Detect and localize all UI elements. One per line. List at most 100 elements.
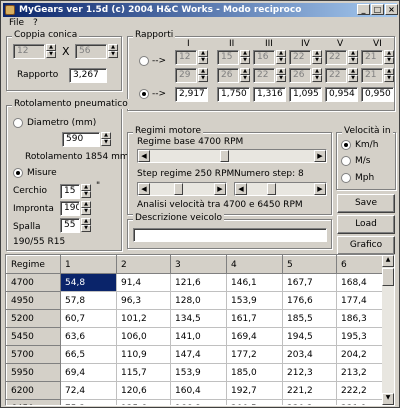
row-header-cell[interactable]: 5200 (6, 309, 61, 328)
slider-right-arrow-icon[interactable]: ▶ (314, 183, 326, 195)
cerchio-input[interactable]: 15 (60, 184, 80, 199)
gear-6-bottom-input[interactable]: 21 (361, 68, 383, 83)
column-header[interactable]: 5 (282, 255, 337, 274)
misure-radio[interactable] (13, 168, 23, 178)
gear-2-top-input[interactable]: 15 (217, 50, 239, 65)
row-header-cell[interactable]: 6450 (6, 399, 61, 405)
gear-6-top-input[interactable]: 21 (361, 50, 383, 65)
slider-left-arrow-icon[interactable]: ◀ (138, 150, 150, 162)
row-header-cell[interactable]: 6200 (6, 381, 61, 400)
gear-6-top-spinner[interactable]: ▲ ▼ (384, 50, 394, 65)
table-cell[interactable]: 203,4 (282, 345, 337, 364)
slider-right-arrow-icon[interactable]: ▶ (214, 183, 226, 195)
table-cell[interactable]: 141,0 (170, 327, 227, 346)
table-cell[interactable]: 160,4 (170, 381, 227, 400)
table-cell[interactable]: 69,4 (60, 363, 117, 382)
ms-radio[interactable] (341, 156, 351, 166)
gear-1-top-spinner[interactable]: ▲ ▼ (198, 50, 208, 65)
gear-5-top-spinner[interactable]: ▲ ▼ (348, 50, 358, 65)
gear-3-top-spinner[interactable]: ▲ ▼ (276, 50, 286, 65)
column-header[interactable]: 3 (170, 255, 227, 274)
table-cell[interactable]: 168,4 (336, 273, 387, 292)
column-header[interactable]: 6 (336, 255, 387, 274)
coppia-b-spinner[interactable]: ▲ ▼ (108, 44, 118, 59)
row-header-cell[interactable]: 4700 (6, 273, 61, 292)
table-cell[interactable]: 146,1 (226, 273, 283, 292)
table-cell[interactable]: 222,2 (336, 381, 387, 400)
table-cell[interactable]: 72,4 (60, 381, 117, 400)
mph-radio[interactable] (341, 173, 351, 183)
table-cell[interactable]: 185,5 (282, 309, 337, 328)
rapporto-field[interactable]: 3,267 (69, 68, 107, 83)
maximize-button[interactable]: □ (371, 4, 384, 15)
coppia-b-input[interactable]: 56 (75, 44, 107, 59)
coppia-a-input[interactable]: 12 (13, 44, 45, 59)
gear-4-bottom-input[interactable]: 26 (289, 68, 311, 83)
table-cell[interactable]: 204,2 (336, 345, 387, 364)
slider-thumb[interactable] (173, 183, 183, 195)
gear-3-bottom-input[interactable]: 22 (253, 68, 275, 83)
gear-2-top-spinner[interactable]: ▲ ▼ (240, 50, 250, 65)
table-cell[interactable]: 195,3 (336, 327, 387, 346)
table-cell[interactable]: 60,7 (60, 309, 117, 328)
gear-4-bottom-spinner[interactable]: ▲ ▼ (312, 68, 322, 83)
table-cell[interactable]: 166,8 (170, 399, 227, 405)
gear-5-top-input[interactable]: 22 (325, 50, 347, 65)
table-cell[interactable]: 169,4 (226, 327, 283, 346)
table-cell[interactable]: 63,6 (60, 327, 117, 346)
gear-3-top-input[interactable]: 16 (253, 50, 275, 65)
gear-5-bottom-spinner[interactable]: ▲ ▼ (348, 68, 358, 83)
spalla-spinner[interactable]: ▲ ▼ (81, 218, 91, 233)
table-cell[interactable]: 57,8 (60, 291, 117, 310)
table-cell[interactable]: 121,6 (170, 273, 227, 292)
save-button[interactable]: Save (337, 194, 395, 213)
table-cell[interactable]: 192,7 (226, 381, 283, 400)
gear-1-ratio-field[interactable]: 2,917 (175, 87, 208, 102)
slider-thumb[interactable] (219, 150, 229, 162)
column-header[interactable]: 4 (226, 255, 283, 274)
gear-5-ratio-field[interactable]: 0,954 (325, 87, 358, 102)
table-cell[interactable]: 213,2 (336, 363, 387, 382)
scroll-up-arrow-icon[interactable]: ▲ (382, 255, 394, 267)
menu-help[interactable]: ? (33, 18, 38, 28)
gear-1-top-input[interactable]: 12 (175, 50, 197, 65)
table-cell[interactable]: 147,4 (170, 345, 227, 364)
vertical-scrollbar[interactable]: ▲ ▼ (382, 255, 394, 405)
rapporti-mode-radio-1[interactable] (139, 56, 149, 66)
diametro-radio[interactable] (13, 118, 23, 128)
gear-1-bottom-spinner[interactable]: ▲ ▼ (198, 68, 208, 83)
impronta-spinner[interactable]: ▲ ▼ (81, 201, 91, 216)
table-cell[interactable]: 177,4 (336, 291, 387, 310)
gear-6-ratio-field[interactable]: 0,950 (361, 87, 394, 102)
diametro-spinner[interactable]: ▲ ▼ (101, 132, 111, 147)
load-button[interactable]: Load (337, 215, 395, 234)
gear-2-bottom-input[interactable]: 26 (217, 68, 239, 83)
table-cell[interactable]: 176,6 (282, 291, 337, 310)
column-header[interactable]: 2 (116, 255, 171, 274)
regime-base-slider[interactable]: ◀ ▶ (137, 149, 327, 163)
numero-step-slider[interactable]: ◀ ▶ (234, 182, 327, 196)
table-cell[interactable]: 128,0 (170, 291, 227, 310)
table-cell[interactable]: 134,5 (170, 309, 227, 328)
table-cell[interactable]: 125,6 (116, 399, 171, 405)
table-cell[interactable]: 110,9 (116, 345, 171, 364)
table-cell[interactable]: 153,9 (170, 363, 227, 382)
scroll-thumb[interactable] (382, 268, 394, 286)
coppia-a-spinner[interactable]: ▲ ▼ (46, 44, 56, 59)
table-cell[interactable]: 75,3 (60, 399, 117, 405)
column-header[interactable]: Regime (6, 255, 61, 274)
cerchio-spinner[interactable]: ▲ ▼ (81, 184, 91, 199)
gear-3-bottom-spinner[interactable]: ▲ ▼ (276, 68, 286, 83)
kmh-radio[interactable] (341, 140, 351, 150)
row-header-cell[interactable]: 5450 (6, 327, 61, 346)
descrizione-input[interactable] (133, 228, 327, 242)
slider-thumb[interactable] (267, 183, 277, 195)
slider-right-arrow-icon[interactable]: ▶ (314, 150, 326, 162)
step-regime-slider[interactable]: ◀ ▶ (137, 182, 227, 196)
row-header-cell[interactable]: 4950 (6, 291, 61, 310)
table-cell[interactable]: 212,3 (282, 363, 337, 382)
row-header-cell[interactable]: 5700 (6, 345, 61, 364)
table-cell[interactable]: 66,5 (60, 345, 117, 364)
gear-1-bottom-input[interactable]: 29 (175, 68, 197, 83)
table-cell[interactable]: 185,0 (226, 363, 283, 382)
